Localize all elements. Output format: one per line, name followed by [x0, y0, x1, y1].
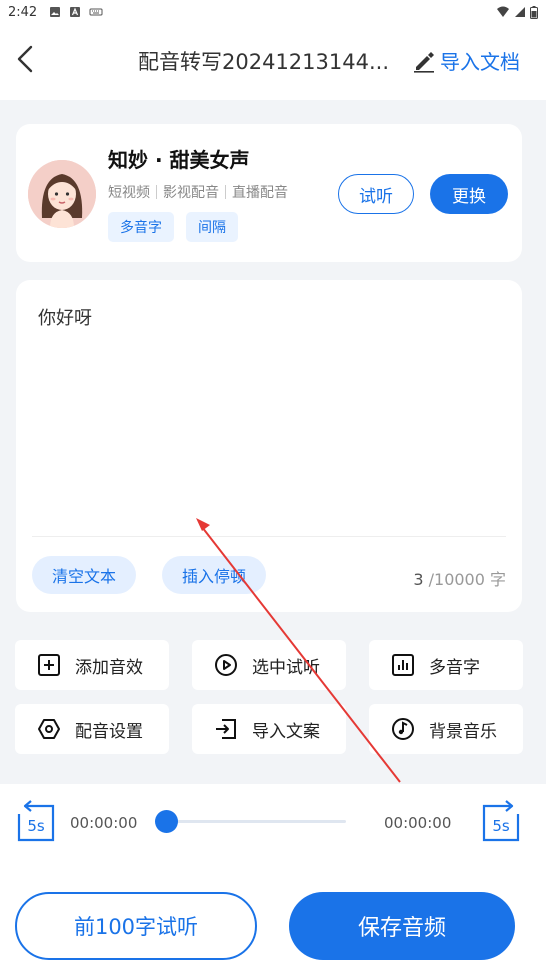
text-editor-card: 你好呀 清空文本 插入停顿 3 /10000 字	[16, 280, 522, 612]
total-time: 00:00:00	[384, 814, 452, 832]
voice-card: 知妙 · 甜美女声 短视频 影视配音 直播配音 多音字 间隔 试听 更换	[16, 124, 522, 262]
tag-divider	[156, 185, 157, 199]
import-document-button[interactable]: 导入文档	[412, 46, 520, 75]
skip-back-button[interactable]: 5s	[15, 800, 57, 844]
voice-feature-chip-polyphonic: 多音字	[108, 212, 174, 242]
clear-text-button[interactable]: 清空文本	[32, 556, 137, 594]
tool-background-music[interactable]: 背景音乐	[369, 704, 523, 754]
tool-label: 添加音效	[75, 657, 143, 678]
tool-label: 配音设置	[75, 721, 143, 742]
listen-button[interactable]: 试听	[338, 174, 414, 214]
chevron-left-icon	[17, 45, 33, 73]
forward-5s-icon: 5s	[482, 800, 520, 842]
voice-tag: 短视频	[108, 185, 150, 201]
skip-forward-button[interactable]: 5s	[480, 800, 522, 844]
voice-avatar[interactable]	[28, 160, 96, 228]
keyboard-icon	[89, 8, 103, 16]
tool-label: 背景音乐	[429, 721, 497, 742]
character-count-limit: /10000 字	[423, 570, 506, 589]
voice-tag: 影视配音	[163, 185, 219, 201]
preview-first-100-button[interactable]: 前100字试听	[15, 892, 257, 960]
play-circle-icon	[215, 654, 237, 676]
tag-divider	[225, 185, 226, 199]
tool-preview-selection[interactable]: 选中试听	[192, 640, 346, 690]
skip-back-label: 5s	[27, 817, 45, 835]
tool-add-sound-effect[interactable]: 添加音效	[15, 640, 169, 690]
bar-chart-icon	[392, 654, 414, 676]
tool-label: 选中试听	[252, 657, 320, 678]
insert-pause-button[interactable]: 插入停顿	[162, 556, 267, 594]
audio-player-panel: 5s 00:00:00 00:00:00 5s 前100字试听 保存音频	[0, 784, 546, 978]
script-text-area[interactable]: 你好呀	[38, 304, 498, 514]
voice-name: 知妙 · 甜美女声	[108, 148, 250, 172]
female-avatar-icon	[28, 160, 96, 228]
app-root: 2:42 配音转写20241213144... 导入文档 知妙 · 甜美女声 短…	[0, 0, 546, 978]
font-icon	[70, 7, 81, 17]
signal-icon	[515, 7, 525, 17]
status-bar: 2:42	[0, 0, 546, 24]
import-document-label: 导入文档	[440, 50, 520, 74]
tool-label: 导入文案	[252, 721, 320, 742]
status-time: 2:42	[8, 4, 38, 20]
import-icon	[216, 719, 236, 739]
tool-label: 多音字	[429, 657, 480, 678]
status-system-icons	[496, 5, 538, 19]
wifi-icon	[497, 6, 509, 17]
battery-icon	[530, 5, 538, 19]
current-time: 00:00:00	[70, 814, 138, 832]
page-title: 配音转写20241213144...	[138, 50, 389, 74]
hexagon-settings-icon	[38, 719, 60, 739]
progress-knob[interactable]	[155, 810, 178, 833]
pencil-icon	[414, 51, 434, 73]
voice-feature-chip-interval: 间隔	[186, 212, 238, 242]
character-count: 3 /10000 字	[413, 566, 506, 590]
save-audio-button[interactable]: 保存音频	[289, 892, 515, 960]
editor-divider	[32, 536, 506, 537]
status-notification-icons	[49, 6, 103, 18]
skip-forward-label: 5s	[492, 817, 510, 835]
music-note-icon	[392, 718, 414, 740]
change-voice-button[interactable]: 更换	[430, 174, 508, 214]
tool-dubbing-settings[interactable]: 配音设置	[15, 704, 169, 754]
back-button[interactable]	[10, 44, 40, 74]
tool-polyphonic[interactable]: 多音字	[369, 640, 523, 690]
progress-track[interactable]	[166, 820, 346, 823]
voice-tag: 直播配音	[232, 185, 288, 201]
image-icon	[50, 7, 61, 17]
top-bar: 配音转写20241213144... 导入文档	[0, 24, 546, 100]
plus-square-icon	[38, 654, 60, 676]
voice-tags: 短视频 影视配音 直播配音	[108, 182, 288, 202]
rewind-5s-icon: 5s	[17, 800, 55, 842]
character-count-current: 3	[413, 570, 424, 589]
tool-import-script[interactable]: 导入文案	[192, 704, 346, 754]
